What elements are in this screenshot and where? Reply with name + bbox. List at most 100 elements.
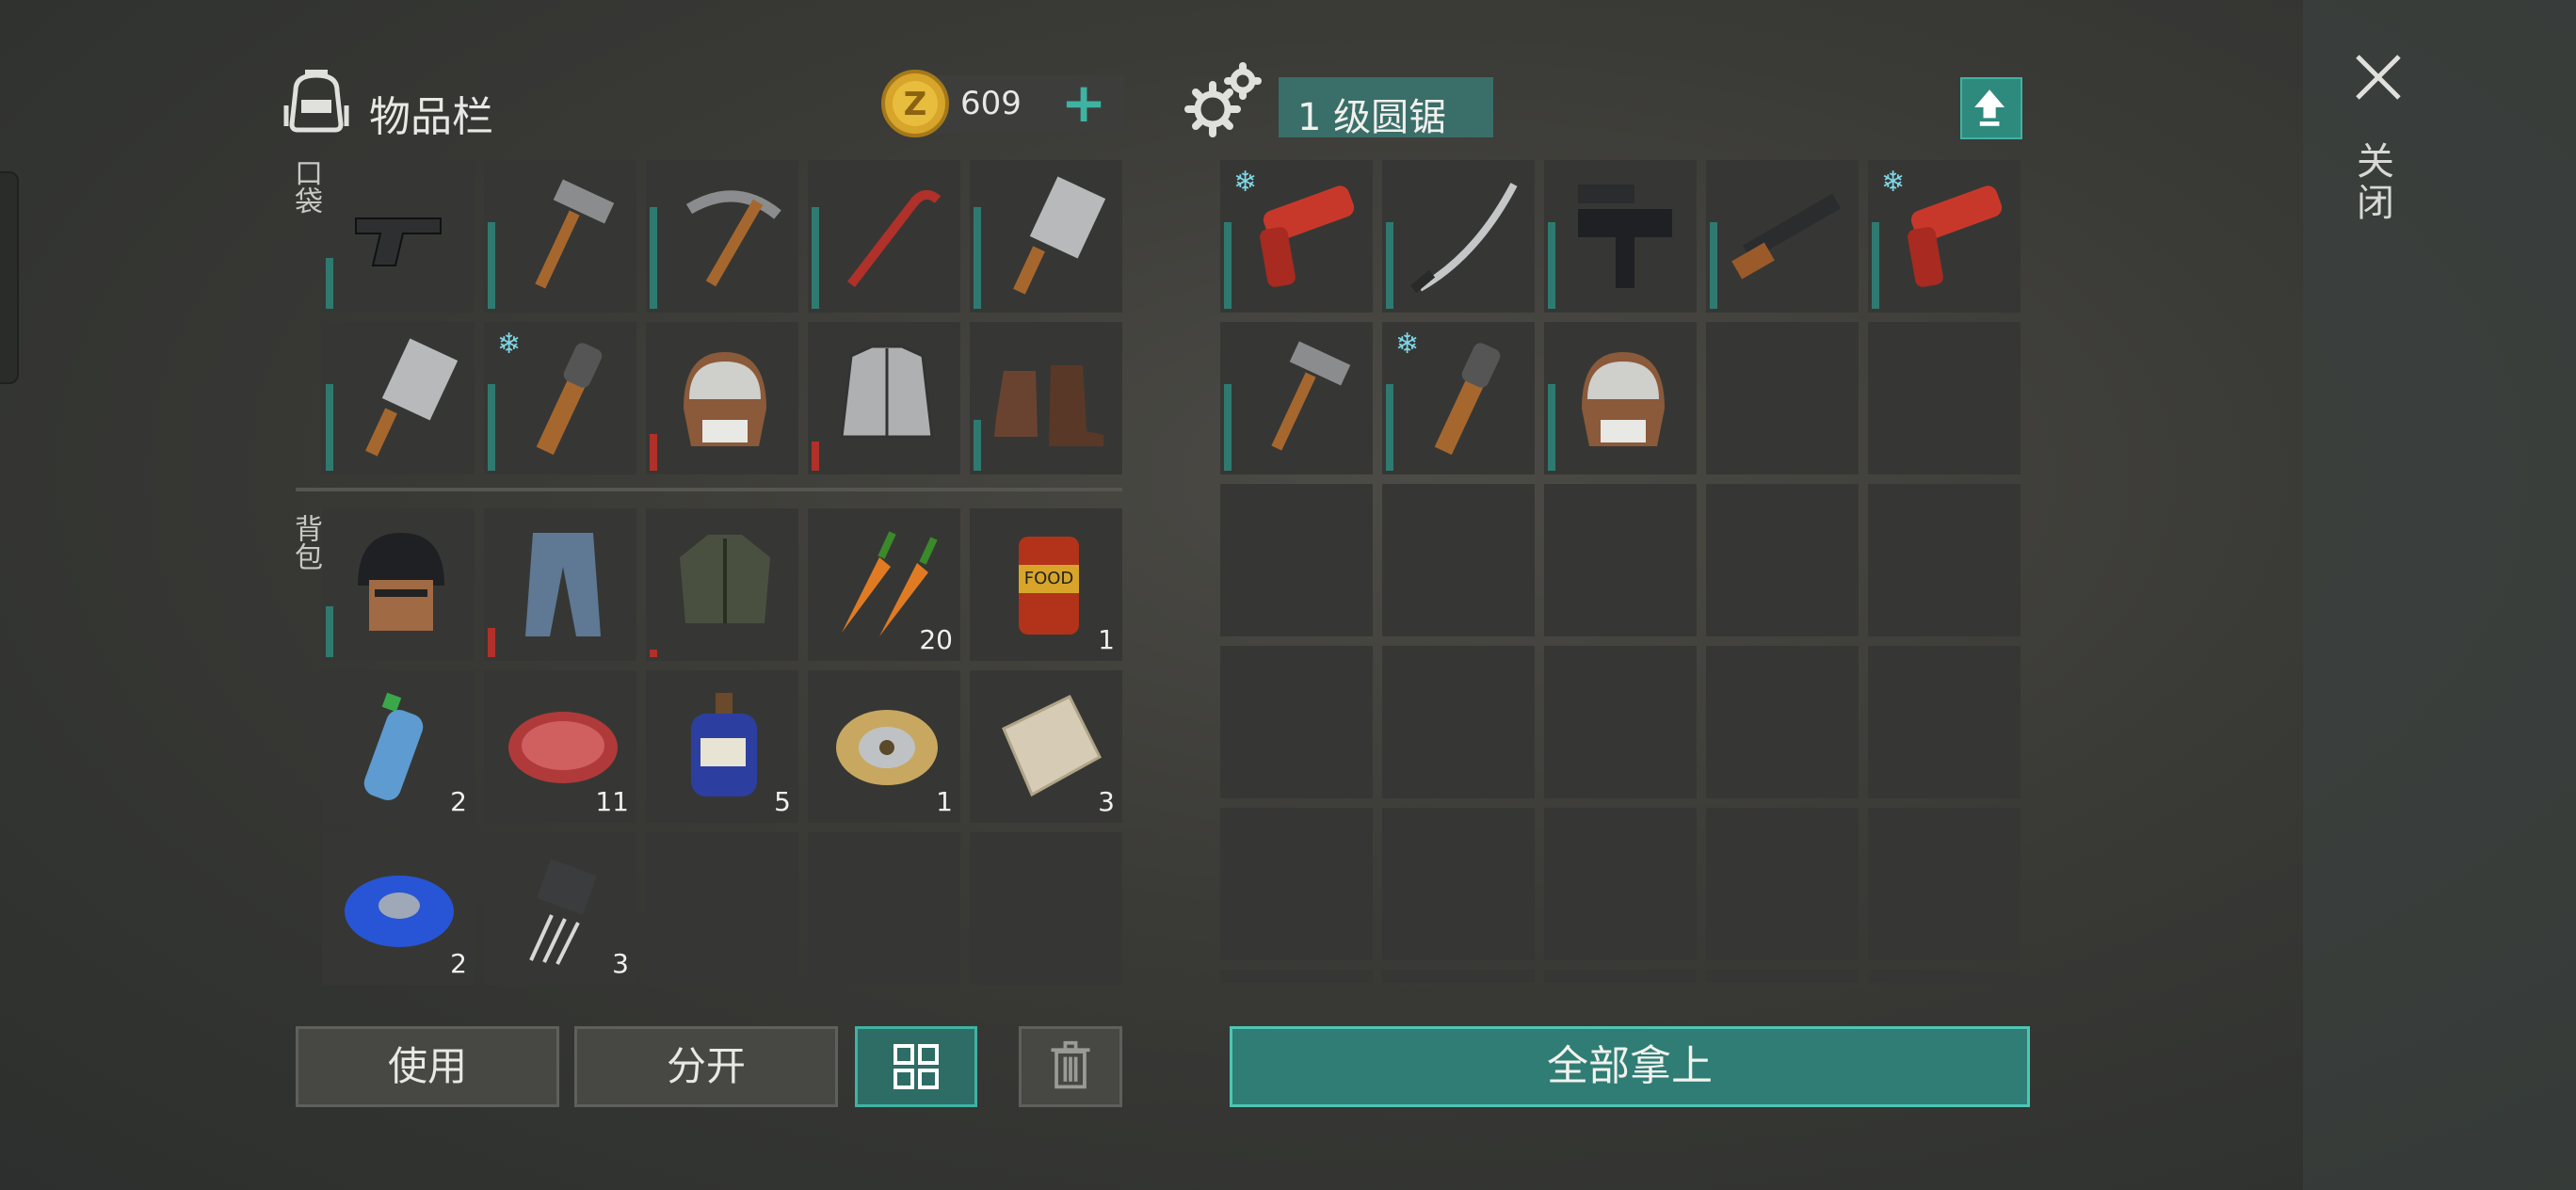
inventory-slot[interactable] — [1220, 970, 1373, 983]
inventory-slot[interactable] — [970, 160, 1122, 313]
helmet-icon — [358, 533, 444, 631]
inventory-slot[interactable] — [1544, 808, 1697, 960]
inventory-slot[interactable]: ❄ — [1382, 322, 1535, 474]
inventory-slot[interactable] — [1868, 646, 2021, 798]
inventory-slot[interactable]: 5 — [646, 670, 798, 823]
inventory-title: 物品栏 — [369, 93, 493, 141]
inventory-slot[interactable] — [1868, 808, 2021, 960]
inventory-slot[interactable]: 1 — [808, 670, 960, 823]
inventory-slot[interactable] — [1706, 322, 1859, 474]
pocket-grid: ❄ — [322, 160, 1122, 474]
inventory-slot[interactable]: 3 — [484, 832, 636, 985]
item-quantity: 3 — [1098, 786, 1115, 817]
coin-icon: Z — [881, 70, 949, 137]
inventory-slot[interactable]: 2 — [322, 832, 475, 985]
inventory-slot[interactable] — [1220, 646, 1373, 798]
inventory-slot[interactable] — [1220, 322, 1373, 474]
inventory-slot[interactable] — [808, 832, 960, 985]
inventory-slot[interactable] — [1382, 160, 1535, 313]
rifle-icon — [1731, 193, 1842, 280]
inventory-slot[interactable] — [1706, 484, 1859, 636]
aviator-hat-icon — [1582, 352, 1665, 446]
inventory-slot[interactable] — [1544, 970, 1697, 983]
durability-bar — [1386, 384, 1393, 471]
durability-bar — [812, 442, 819, 471]
inventory-slot[interactable]: 2 — [322, 670, 475, 823]
inventory-slot[interactable] — [1868, 970, 2021, 983]
inventory-slot[interactable] — [808, 160, 960, 313]
durability-bar — [974, 207, 981, 309]
durability-bar — [1224, 222, 1232, 309]
uzi-icon — [1578, 185, 1672, 288]
split-button[interactable]: 分开 — [574, 1026, 838, 1107]
snowflake-icon: ❄ — [497, 328, 522, 361]
hammer-icon — [1271, 341, 1351, 451]
durability-bar — [488, 384, 495, 471]
take-all-button[interactable]: 全部拿上 — [1230, 1026, 2030, 1107]
canned-food-icon: FOOD — [1019, 537, 1079, 635]
inventory-slot[interactable] — [322, 322, 475, 474]
trash-button[interactable] — [1019, 1026, 1122, 1107]
item-quantity: 20 — [919, 624, 953, 655]
inventory-slot[interactable] — [1382, 970, 1535, 983]
inventory-slot[interactable] — [970, 832, 1122, 985]
inventory-slot[interactable]: FOOD 1 — [970, 508, 1122, 661]
snowflake-icon: ❄ — [1881, 166, 1906, 199]
inventory-slot[interactable] — [1382, 808, 1535, 960]
side-drawer-tab[interactable] — [0, 171, 19, 384]
item-quantity: 1 — [936, 786, 953, 817]
close-label[interactable]: 关闭 — [2350, 141, 2399, 224]
inventory-slot[interactable] — [646, 508, 798, 661]
inventory-slot[interactable] — [1706, 808, 1859, 960]
durability-bar — [1710, 222, 1717, 309]
inventory-slot[interactable] — [1544, 160, 1697, 313]
inventory-slot[interactable] — [1706, 970, 1859, 983]
close-icon[interactable] — [2350, 49, 2407, 105]
inventory-slot[interactable] — [1220, 484, 1373, 636]
container-title: 1 级圆锯 — [1297, 96, 1447, 139]
inventory-slot[interactable] — [808, 322, 960, 474]
inventory-slot[interactable] — [646, 832, 798, 985]
coin-amount: 609 — [960, 85, 1022, 122]
durability-bar — [488, 222, 495, 309]
inventory-slot[interactable] — [1544, 646, 1697, 798]
inventory-slot[interactable] — [1706, 646, 1859, 798]
snowflake-icon: ❄ — [1395, 328, 1420, 361]
inventory-slot[interactable] — [1382, 646, 1535, 798]
katana-icon — [1409, 183, 1518, 294]
inventory-slot[interactable] — [646, 322, 798, 474]
inventory-slot[interactable]: 11 — [484, 670, 636, 823]
inventory-slot[interactable] — [1382, 484, 1535, 636]
inventory-slot[interactable]: 20 — [808, 508, 960, 661]
backpack-label: 背包 — [289, 514, 322, 571]
inventory-slot[interactable] — [1220, 808, 1373, 960]
durability-bar — [488, 628, 495, 657]
inventory-slot[interactable] — [970, 322, 1122, 474]
inventory-slot[interactable] — [322, 508, 475, 661]
gears-icon — [1184, 62, 1262, 137]
inventory-slot[interactable] — [484, 508, 636, 661]
inventory-slot[interactable] — [1706, 160, 1859, 313]
add-coins-button[interactable]: + — [1060, 75, 1107, 130]
inventory-slot[interactable]: 3 — [970, 670, 1122, 823]
sort-grid-button[interactable] — [855, 1026, 977, 1107]
inventory-slot[interactable] — [1544, 484, 1697, 636]
use-button[interactable]: 使用 — [296, 1026, 559, 1107]
snowflake-icon: ❄ — [1233, 166, 1258, 199]
upgrade-button[interactable] — [1960, 77, 2022, 139]
durability-bar — [326, 384, 333, 471]
inventory-slot[interactable] — [1868, 484, 2021, 636]
inventory-slot[interactable] — [1544, 322, 1697, 474]
inventory-slot[interactable]: ❄ — [1220, 160, 1373, 313]
trash-icon — [1051, 1040, 1090, 1089]
hammer-icon — [535, 179, 615, 289]
inventory-slot[interactable] — [1868, 322, 2021, 474]
inventory-slot[interactable] — [484, 160, 636, 313]
inventory-slot[interactable] — [322, 160, 475, 313]
duct-tape-icon — [345, 876, 454, 947]
inventory-slot[interactable]: ❄ — [484, 322, 636, 474]
inventory-slot[interactable] — [646, 160, 798, 313]
backpack-grid: 20 FOOD 1 2 11 5 1 3 2 3 — [322, 508, 1122, 985]
item-quantity: 3 — [612, 948, 629, 979]
inventory-slot[interactable]: ❄ — [1868, 160, 2021, 313]
